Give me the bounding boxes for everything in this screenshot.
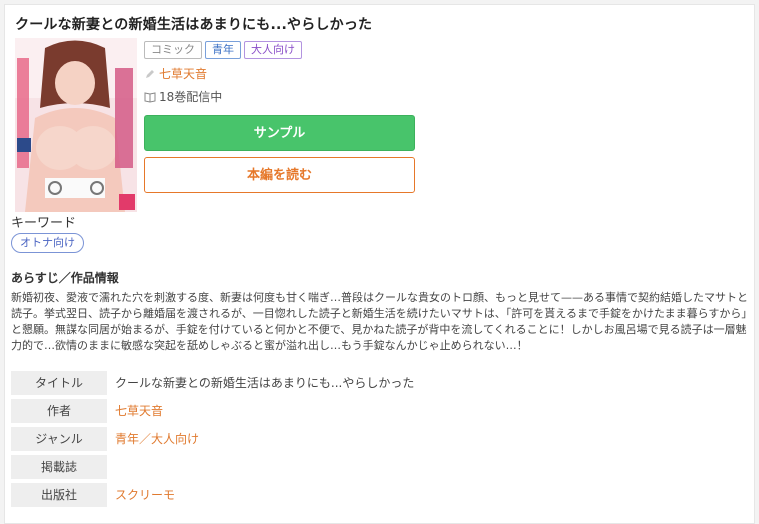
sample-button[interactable]: サンプル <box>144 115 415 151</box>
info-label: ジャンル <box>11 427 107 451</box>
info-value-link[interactable]: 七草天音 <box>107 399 163 423</box>
info-value: クールな新妻との新婚生活はあまりにも...やらしかった <box>115 376 415 390</box>
tag-adult[interactable]: 大人向け <box>244 41 302 59</box>
tag-seinen[interactable]: 青年 <box>205 41 241 59</box>
info-label: 出版社 <box>11 483 107 507</box>
synopsis-text: 新婚初夜、愛液で濡れた穴を刺激する度、新妻は何度も甘く喘ぎ…普段はクールな貴女の… <box>11 291 748 352</box>
synopsis-heading: あらすじ／作品情報 <box>11 271 119 285</box>
info-label: 掲載誌 <box>11 455 107 479</box>
volume-count: 18巻配信中 <box>159 90 223 104</box>
page-title: クールな新妻との新婚生活はあまりにも...やらしかった <box>15 17 373 33</box>
read-button[interactable]: 本編を読む <box>144 157 415 193</box>
info-value-link[interactable]: スクリーモ <box>107 483 175 507</box>
info-table: タイトル クールな新妻との新婚生活はあまりにも...やらしかった 作者 七草天音… <box>11 371 749 511</box>
author-row[interactable]: 七草天音 <box>144 65 302 82</box>
cover-illustration <box>15 38 137 212</box>
book-detail-card: クールな新妻との新婚生活はあまりにも...やらしかった コミック 青年 大人向け <box>4 4 755 524</box>
info-label: 作者 <box>11 399 107 423</box>
volumes-row: 18巻配信中 <box>144 88 302 105</box>
info-row-magazine: 掲載誌 <box>11 455 749 479</box>
keyword-chip[interactable]: オトナ向け <box>11 233 84 253</box>
info-row-author: 作者 七草天音 <box>11 399 749 423</box>
author-name[interactable]: 七草天音 <box>159 65 207 82</box>
info-row-title: タイトル クールな新妻との新婚生活はあまりにも...やらしかった <box>11 371 749 395</box>
info-label: タイトル <box>11 371 107 395</box>
book-icon <box>144 91 156 103</box>
cover-image[interactable] <box>15 38 137 212</box>
meta-section: コミック 青年 大人向け 七草天音 18巻配信中 <box>144 41 302 105</box>
tag-list: コミック 青年 大人向け <box>144 41 302 59</box>
info-value <box>107 455 115 479</box>
keywords-heading: キーワード <box>11 216 77 231</box>
info-value-link[interactable]: 青年／大人向け <box>107 427 199 451</box>
info-row-publisher: 出版社 スクリーモ <box>11 483 749 507</box>
tag-comic[interactable]: コミック <box>144 41 202 59</box>
pen-icon <box>144 68 156 80</box>
info-row-genre: ジャンル 青年／大人向け <box>11 427 749 451</box>
